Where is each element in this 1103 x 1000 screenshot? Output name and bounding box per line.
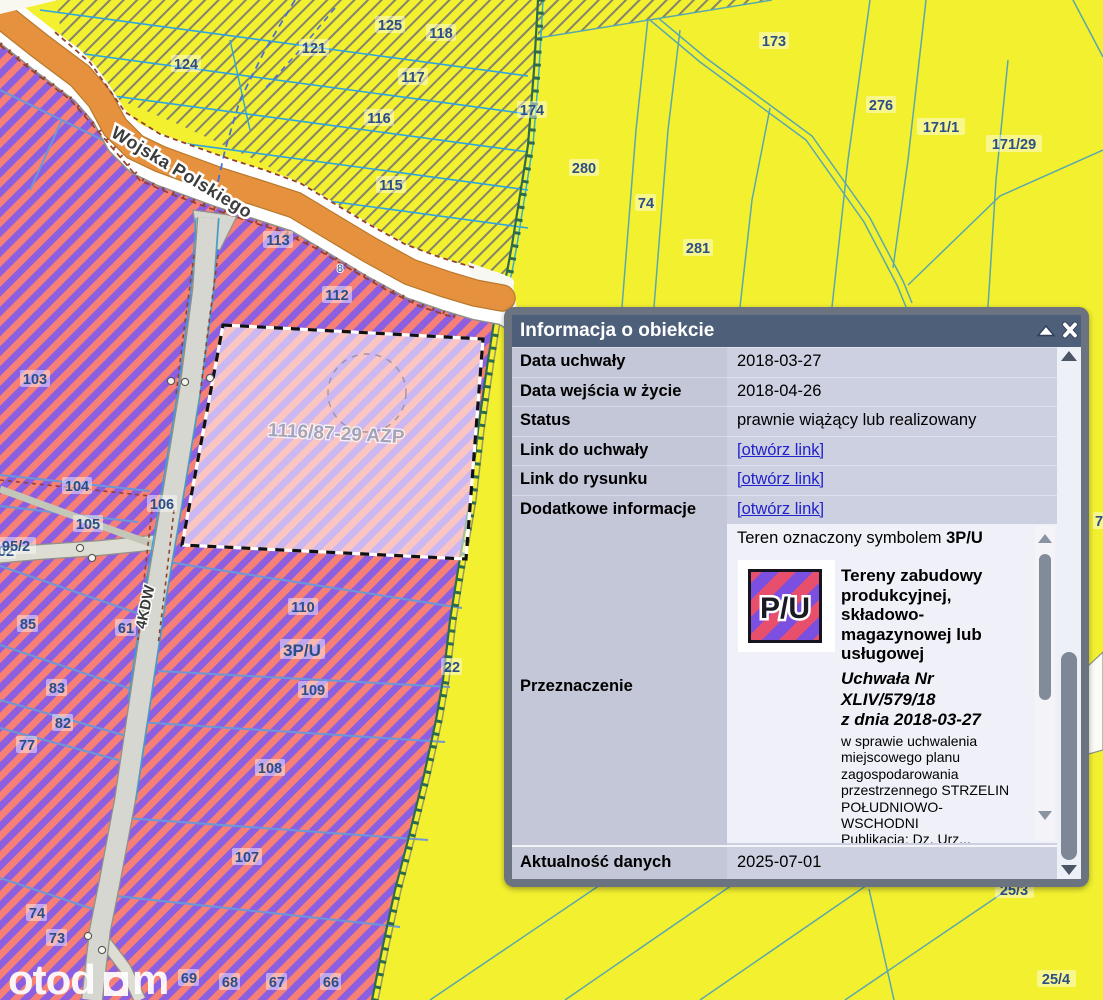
- svg-text:68: 68: [222, 975, 238, 991]
- svg-text:22: 22: [444, 660, 460, 676]
- svg-text:67: 67: [269, 975, 285, 991]
- svg-text:25/4: 25/4: [1042, 972, 1070, 988]
- svg-text:73: 73: [49, 931, 65, 947]
- svg-text:3P/U: 3P/U: [283, 641, 321, 660]
- svg-text:117: 117: [401, 70, 424, 86]
- svg-text:108: 108: [258, 761, 282, 777]
- svg-text:8: 8: [337, 263, 343, 275]
- svg-text:124: 124: [174, 57, 198, 73]
- svg-text:95/2: 95/2: [2, 539, 30, 555]
- svg-text:106: 106: [150, 497, 174, 513]
- svg-text:116: 116: [367, 111, 390, 127]
- svg-text:74: 74: [638, 196, 654, 212]
- svg-text:74: 74: [29, 906, 45, 922]
- svg-text:77: 77: [19, 738, 35, 754]
- svg-text:66: 66: [323, 975, 339, 991]
- svg-text:otod: otod: [8, 958, 95, 1000]
- svg-text:125: 125: [378, 18, 402, 34]
- svg-text:171/29: 171/29: [992, 137, 1036, 153]
- svg-text:112: 112: [325, 288, 348, 304]
- svg-text:281: 281: [686, 241, 710, 257]
- svg-text:118: 118: [429, 26, 452, 42]
- svg-text:83: 83: [49, 681, 65, 697]
- svg-text:174: 174: [520, 103, 544, 119]
- svg-text:171/1: 171/1: [923, 120, 959, 136]
- svg-text:276: 276: [869, 98, 893, 114]
- svg-text:m: m: [132, 958, 168, 1000]
- svg-text:82: 82: [55, 716, 71, 732]
- svg-text:61: 61: [118, 621, 134, 637]
- svg-text:103: 103: [23, 372, 47, 388]
- svg-text:7: 7: [1095, 514, 1103, 530]
- svg-text:105: 105: [76, 517, 100, 533]
- svg-text:P/U: P/U: [760, 592, 810, 625]
- svg-text:115: 115: [379, 178, 402, 194]
- svg-text:109: 109: [301, 683, 325, 699]
- svg-text:173: 173: [762, 34, 786, 50]
- svg-text:104: 104: [65, 479, 89, 495]
- svg-text:113: 113: [266, 233, 289, 249]
- svg-text:107: 107: [235, 850, 259, 866]
- svg-text:280: 280: [572, 161, 596, 177]
- svg-text:110: 110: [291, 600, 314, 616]
- svg-text:85: 85: [20, 617, 36, 633]
- svg-text:121: 121: [302, 41, 326, 57]
